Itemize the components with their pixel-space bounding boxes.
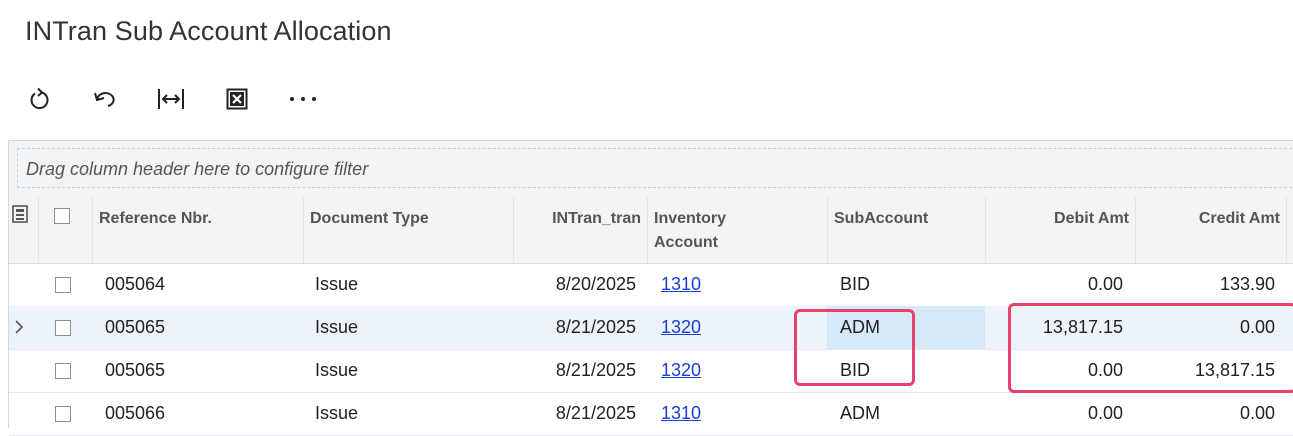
page-title: INTran Sub Account Allocation [25, 16, 392, 46]
data-grid: Drag column header here to configure fil… [8, 140, 1293, 436]
more-icon [290, 97, 316, 101]
cell-document-type: Issue [315, 360, 359, 380]
refresh-icon [30, 87, 49, 110]
cell-credit-amt: 0.00 [1239, 317, 1275, 337]
cell-inventory-account-link[interactable]: 1320 [655, 349, 707, 392]
cell-inventory-account-link[interactable]: 1320 [655, 306, 707, 349]
undo-button[interactable] [88, 82, 122, 116]
cell-intran-tran: 8/21/2025 [555, 360, 636, 380]
filter-bar: Drag column header here to configure fil… [9, 141, 1293, 198]
cell-document-type: Issue [315, 274, 359, 294]
cell-reference-nbr: 005066 [105, 403, 166, 423]
cell-debit-amt: 0.00 [1087, 274, 1123, 294]
col-header-credit-amt[interactable]: Credit Amt [1136, 197, 1287, 263]
cell-inventory-account-link[interactable]: 1310 [655, 263, 707, 306]
chevron-right-icon [15, 320, 24, 334]
cell-subaccount[interactable]: BID [834, 263, 876, 306]
row-checkbox[interactable] [55, 320, 71, 336]
column-settings-icon [12, 205, 28, 223]
cell-subaccount[interactable]: ADM [834, 392, 886, 435]
cell-subaccount[interactable]: BID [834, 349, 876, 392]
table-row[interactable]: 005064 Issue 8/20/2025 1310 BID 0.00 133… [9, 263, 1293, 307]
row-checkbox[interactable] [55, 363, 71, 379]
cell-debit-amt: 0.00 [1087, 403, 1123, 423]
cell-inventory-account-link[interactable]: 1310 [655, 392, 707, 435]
export-excel-button[interactable] [220, 82, 254, 116]
cell-reference-nbr: 005065 [105, 317, 166, 337]
cell-credit-amt: 133.90 [1219, 274, 1275, 294]
cell-debit-amt: 13,817.15 [1042, 317, 1123, 337]
grid-header: Reference Nbr. Document Type INTran_tran… [9, 197, 1293, 264]
select-all-checkbox[interactable] [54, 208, 70, 224]
cell-reference-nbr: 005064 [105, 274, 166, 294]
cell-subaccount[interactable]: ADM [834, 306, 886, 349]
col-header-reference-nbr[interactable]: Reference Nbr. [93, 197, 304, 263]
toolbar [22, 82, 320, 116]
cell-intran-tran: 8/21/2025 [555, 317, 636, 337]
col-header-intran-tran[interactable]: INTran_tran [514, 197, 648, 263]
col-header-debit-amt[interactable]: Debit Amt [986, 197, 1136, 263]
cell-credit-amt: 0.00 [1239, 403, 1275, 423]
undo-icon [94, 92, 115, 107]
table-row[interactable]: 005066 Issue 8/21/2025 1310 ADM 0.00 0.0… [9, 392, 1293, 436]
cell-debit-amt: 0.00 [1087, 360, 1123, 380]
cell-intran-tran: 8/20/2025 [555, 274, 636, 294]
row-checkbox[interactable] [55, 277, 71, 293]
table-row-active[interactable]: 005065 Issue 8/21/2025 1320 ADM 13,817.1… [9, 306, 1293, 350]
cell-document-type: Issue [315, 317, 359, 337]
refresh-button[interactable] [22, 82, 56, 116]
fit-columns-button[interactable] [154, 82, 188, 116]
col-header-inventory-account[interactable]: Inventory Account [648, 197, 828, 263]
cell-credit-amt: 13,817.15 [1194, 360, 1275, 380]
more-button[interactable] [286, 82, 320, 116]
select-all-cell [39, 197, 93, 263]
export-excel-icon [226, 88, 248, 110]
table-row[interactable]: 005065 Issue 8/21/2025 1320 BID 0.00 13,… [9, 349, 1293, 393]
cell-reference-nbr: 005065 [105, 360, 166, 380]
col-header-document-type[interactable]: Document Type [304, 197, 514, 263]
cell-document-type: Issue [315, 403, 359, 423]
row-settings-cell[interactable] [9, 197, 39, 263]
cell-intran-tran: 8/21/2025 [555, 403, 636, 423]
col-header-subaccount[interactable]: SubAccount [828, 197, 986, 263]
filter-drop-zone[interactable]: Drag column header here to configure fil… [17, 148, 1293, 188]
row-checkbox[interactable] [55, 406, 71, 422]
fit-columns-icon [158, 89, 184, 109]
